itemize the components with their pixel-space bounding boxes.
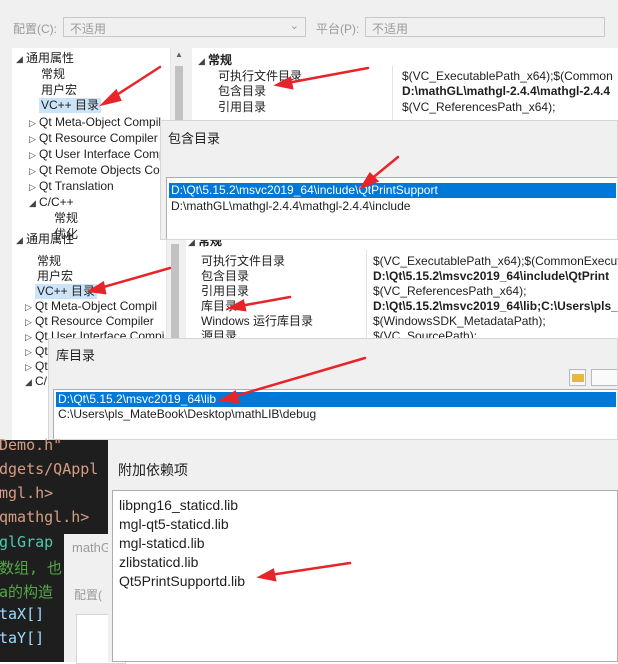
expand-triangle-icon: ▷ bbox=[29, 150, 36, 160]
new-line-button[interactable] bbox=[569, 369, 586, 386]
expand-triangle-icon: ▷ bbox=[29, 118, 36, 128]
tree-item-user-macros[interactable]: 用户宏 bbox=[41, 83, 77, 98]
code-line: Demo.h" bbox=[0, 436, 63, 454]
prop-name-exec-dirs[interactable]: 可执行文件目录 bbox=[201, 254, 285, 269]
code-line: taY[] bbox=[0, 629, 45, 647]
collapse-triangle-icon: ◢ bbox=[16, 235, 23, 245]
list-item[interactable]: Qt5PrintSupportd.lib bbox=[119, 573, 245, 589]
expand-triangle-icon: ▷ bbox=[25, 317, 32, 327]
collapse-triangle-icon: ◢ bbox=[198, 56, 205, 66]
expand-triangle-icon: ▷ bbox=[25, 302, 32, 312]
dialog-title: 附加依赖项 bbox=[118, 462, 188, 478]
platform-label: 平台(P): bbox=[316, 22, 360, 36]
scroll-up-icon[interactable]: ▲ bbox=[175, 50, 183, 59]
collapse-triangle-icon: ◢ bbox=[188, 240, 195, 247]
code-line: glGrap bbox=[0, 533, 54, 551]
section-general[interactable]: ◢ 常规 bbox=[198, 53, 232, 69]
tree-item-general[interactable]: 常规 bbox=[37, 254, 61, 269]
list-item[interactable]: D:\mathGL\mathgl-2.4.4\mathgl-2.4.4\incl… bbox=[169, 199, 616, 214]
tree-item-vc-directories[interactable]: VC++ 目录 bbox=[35, 284, 98, 299]
config-label: 配置( bbox=[74, 588, 102, 602]
collapse-triangle-icon: ◢ bbox=[25, 377, 32, 387]
list-item[interactable]: C:\Users\pls_MateBook\Desktop\mathLIB\de… bbox=[56, 407, 616, 422]
prop-value-include-dirs[interactable]: D:\Qt\5.15.2\msvc2019_64\include\QtPrint bbox=[373, 269, 609, 284]
dialog-title: 库目录 bbox=[56, 348, 96, 363]
prop-value-winrt-dirs[interactable]: $(WindowsSDK_MetadataPath); bbox=[373, 314, 546, 329]
tree-item-qt-a[interactable]: ▷ Qt bbox=[25, 344, 48, 360]
dialog-title: 包含目录 bbox=[168, 131, 221, 146]
tree-item-c-cpp[interactable]: ◢ C/ bbox=[25, 374, 47, 390]
prop-value-exec-dirs[interactable]: $(VC_ExecutablePath_x64);$(Common bbox=[402, 69, 613, 84]
tree-item-qt-rcc[interactable]: ▷ Qt Resource Compiler bbox=[25, 314, 154, 330]
tree-item-common-props[interactable]: ◢ 通用属性 bbox=[16, 232, 74, 248]
expand-triangle-icon: ▷ bbox=[29, 182, 36, 192]
additional-deps-dialog: 附加依赖项 libpng16_staticd.lib mgl-qt5-stati… bbox=[108, 440, 618, 662]
prop-name-exec-dirs[interactable]: 可执行文件目录 bbox=[218, 69, 302, 84]
include-dirs-list[interactable]: D:\Qt\5.15.2\msvc2019_64\include\QtPrint… bbox=[166, 177, 617, 239]
expand-triangle-icon: ▷ bbox=[29, 134, 36, 144]
list-item[interactable]: D:\Qt\5.15.2\msvc2019_64\include\QtPrint… bbox=[169, 183, 616, 198]
list-item[interactable]: libpng16_staticd.lib bbox=[119, 497, 238, 513]
chevron-down-icon: ⌄ bbox=[289, 20, 299, 32]
tree-item-c-cpp[interactable]: ◢ C/C++ bbox=[29, 195, 74, 211]
tree-item-general[interactable]: 常规 bbox=[41, 67, 65, 82]
folder-icon bbox=[572, 374, 584, 382]
tree-item-qt-uic[interactable]: ▷ Qt User Interface Comp bbox=[29, 147, 166, 163]
code-line: dgets/QAppl bbox=[0, 460, 99, 478]
tree-item-user-macros[interactable]: 用户宏 bbox=[37, 269, 73, 284]
platform-value: 不适用 bbox=[372, 22, 409, 36]
library-dirs-list[interactable]: D:\Qt\5.15.2\msvc2019_64\lib C:\Users\pl… bbox=[53, 389, 617, 439]
code-line: mgl.h> bbox=[0, 484, 54, 502]
code-line: a的构造 bbox=[0, 583, 54, 601]
list-item[interactable]: D:\Qt\5.15.2\msvc2019_64\lib bbox=[56, 392, 616, 407]
tree-item-qt-rcc[interactable]: ▷ Qt Resource Compiler bbox=[29, 131, 158, 147]
config-value: 不适用 bbox=[70, 22, 107, 36]
prop-name-reference-dirs[interactable]: 引用目录 bbox=[218, 100, 266, 115]
section-general[interactable]: ◢ 常规 bbox=[188, 240, 222, 250]
config-select[interactable]: 不适用 ⌄ bbox=[63, 17, 306, 37]
list-item[interactable]: mgl-staticd.lib bbox=[119, 535, 205, 551]
tree-item-vc-directories[interactable]: VC++ 目录 bbox=[39, 98, 102, 113]
list-item[interactable]: zlibstaticd.lib bbox=[119, 554, 198, 570]
code-line: taX[] bbox=[0, 605, 45, 623]
prop-value-reference-dirs[interactable]: $(VC_ReferencesPath_x64); bbox=[373, 284, 526, 299]
prop-value-include-dirs[interactable]: D:\mathGL\mathgl-2.4.4\mathgl-2.4.4 bbox=[402, 84, 610, 99]
tree-item-qt-moc[interactable]: ▷ Qt Meta-Object Compil bbox=[25, 299, 157, 315]
code-line: 数组, 也 bbox=[0, 559, 63, 577]
expand-triangle-icon: ▷ bbox=[29, 166, 36, 176]
panel-3: Demo.h" dgets/QAppl mgl.h> qmathgl.h> gl… bbox=[0, 436, 618, 664]
include-dirs-dialog: 包含目录 D:\Qt\5.15.2\msvc2019_64\include\Qt… bbox=[160, 120, 618, 240]
prop-value-exec-dirs[interactable]: $(VC_ExecutablePath_x64);$(CommonExecuta bbox=[373, 254, 618, 269]
list-item[interactable]: mgl-qt5-staticd.lib bbox=[119, 516, 229, 532]
collapse-triangle-icon: ◢ bbox=[16, 54, 23, 64]
prop-name-reference-dirs[interactable]: 引用目录 bbox=[201, 284, 249, 299]
prop-name-library-dirs[interactable]: 库目录 bbox=[201, 299, 237, 314]
prop-name-winrt-dirs[interactable]: Windows 运行库目录 bbox=[201, 314, 313, 329]
listbox-toolbar-edge[interactable] bbox=[591, 369, 617, 386]
prop-name-include-dirs[interactable]: 包含目录 bbox=[218, 84, 266, 99]
panel-1: 配置(C): 不适用 ⌄ 平台(P): 不适用 ◢ 通用属性 常规 用户宏 VC+… bbox=[0, 0, 618, 241]
additional-deps-textbox[interactable]: libpng16_staticd.lib mgl-qt5-staticd.lib… bbox=[112, 490, 618, 662]
prop-value-library-dirs[interactable]: D:\Qt\5.15.2\msvc2019_64\lib;C:\Users\pl… bbox=[373, 299, 618, 314]
expand-triangle-icon: ▷ bbox=[25, 347, 32, 357]
library-dirs-dialog: 库目录 D:\Qt\5.15.2\msvc2019_64\lib C:\User… bbox=[48, 338, 618, 440]
tree-item-qt-b[interactable]: ▷ Qt bbox=[25, 359, 48, 375]
platform-select[interactable]: 不适用 bbox=[365, 17, 605, 37]
expand-triangle-icon: ▷ bbox=[25, 362, 32, 372]
config-label: 配置(C): bbox=[13, 22, 57, 36]
tree-item-qt-remote[interactable]: ▷ Qt Remote Objects Co bbox=[29, 163, 160, 179]
code-line: qmathgl.h> bbox=[0, 508, 90, 526]
panel-2: ◢ 通用属性 常规 用户宏 VC++ 目录 ▷ Qt Meta-Object Com… bbox=[0, 232, 618, 440]
tree-item-common-props[interactable]: ◢ 通用属性 bbox=[16, 51, 74, 67]
window-title: mathG bbox=[72, 540, 112, 555]
collapse-triangle-icon: ◢ bbox=[29, 198, 36, 208]
tree-item-cpp-general[interactable]: 常规 bbox=[54, 211, 78, 226]
tree-item-qt-moc[interactable]: ▷ Qt Meta-Object Compil bbox=[29, 115, 161, 131]
expand-triangle-icon: ▷ bbox=[25, 332, 32, 342]
tree-item-qt-translation[interactable]: ▷ Qt Translation bbox=[29, 179, 114, 195]
prop-value-reference-dirs[interactable]: $(VC_ReferencesPath_x64); bbox=[402, 100, 555, 115]
prop-name-include-dirs[interactable]: 包含目录 bbox=[201, 269, 249, 284]
